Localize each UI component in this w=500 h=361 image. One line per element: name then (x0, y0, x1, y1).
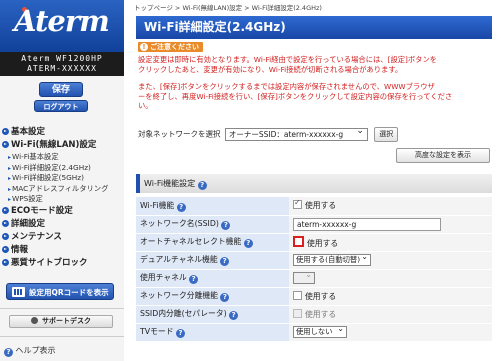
network-select-row: 対象ネットワークを選択 オーナーSSID：aterm-xxxxxx-g 選択 (138, 126, 399, 142)
help-icon[interactable]: ? (175, 329, 185, 338)
small-arrow-icon: ▸ (8, 175, 12, 182)
table-row: SSID内分離(セパレータ) ? 使用する (136, 305, 492, 324)
sidebar-subitem-wifi-detail-24[interactable]: ▸Wi-Fi詳細設定(2.4GHz) (0, 163, 124, 174)
help-icon[interactable]: ? (243, 239, 253, 248)
auto-channel-checkbox[interactable] (293, 235, 304, 247)
divider (0, 308, 124, 309)
network-select[interactable]: オーナーSSID：aterm-xxxxxx-g (224, 126, 368, 141)
notice-text-1: 設定変更は即時に有効となります。Wi-Fi経由で設定を行っている場合には、[設定… (138, 55, 438, 74)
row-label: ネットワーク分離機能 (140, 291, 218, 300)
sidebar-nav: 基本設定 Wi-Fi(無線LAN)設定 ▸Wi-Fi基本設定 ▸Wi-Fi詳細設… (0, 126, 124, 270)
qr-code-icon (12, 287, 25, 297)
main-content: トップページ > Wi-Fi(無線LAN)設定 > Wi-Fi詳細設定(2.4G… (126, 0, 500, 361)
table-row: ネットワーク分離機能 ? 使用する (136, 287, 492, 306)
breadcrumb: トップページ > Wi-Fi(無線LAN)設定 > Wi-Fi詳細設定(2.4G… (134, 4, 322, 12)
ssid-input[interactable]: aterm-xxxxxx-g (293, 217, 441, 231)
network-select-label: 対象ネットワークを選択 (138, 129, 221, 139)
table-row: デュアルチャネル機能 ? 使用する(自動切替) (136, 251, 492, 270)
sidebar: Aterm Aterm WF1200HP ATERM-XXXXXX 保存 ログア… (0, 0, 124, 361)
help-icon[interactable]: ? (189, 275, 199, 284)
sidebar-subitem-wps[interactable]: ▸WPS設定 (0, 194, 124, 205)
divider (0, 336, 124, 337)
row-label: SSID内分離(セパレータ) (140, 309, 227, 318)
help-icon: ? (4, 348, 13, 357)
arrow-bullet-icon (2, 232, 9, 240)
sidebar-item-eco-mode[interactable]: ECOモード設定 (0, 205, 124, 218)
table-row: 使用チャネル ? (136, 269, 492, 288)
arrow-bullet-icon (2, 219, 9, 227)
help-icon[interactable]: ? (197, 181, 207, 190)
arrow-bullet-icon (2, 245, 9, 253)
sidebar-subitem-wifi-basic[interactable]: ▸Wi-Fi基本設定 (0, 152, 124, 163)
row-label: TVモード (140, 327, 174, 336)
show-advanced-button[interactable]: 高度な設定を表示 (396, 148, 490, 163)
wifi-function-checkbox[interactable] (293, 198, 302, 210)
sidebar-subitem-mac-filter[interactable]: ▸MACアドレスフィルタリング (0, 184, 124, 195)
dual-channel-select[interactable]: 使用する(自動切替) (293, 252, 371, 266)
notice-text-2: また、[保存]ボタンをクリックするまでは設定内容が保存されませんので、WWWブラ… (138, 82, 453, 110)
sidebar-item-wifi-settings[interactable]: Wi-Fi(無線LAN)設定 (0, 139, 124, 152)
sidebar-item-basic-settings[interactable]: 基本設定 (0, 126, 124, 139)
small-arrow-icon: ▸ (8, 154, 12, 161)
help-icon[interactable]: ? (220, 257, 230, 266)
section-header: Wi-Fi機能設定 ? (136, 174, 492, 193)
arrow-bullet-icon (2, 141, 9, 148)
help-icon[interactable]: ? (220, 293, 230, 302)
row-label: 使用チャネル (140, 273, 187, 282)
row-label: Wi-Fi機能 (140, 200, 175, 210)
arrow-bullet-icon (2, 206, 9, 214)
help-icon[interactable]: ? (229, 311, 239, 320)
table-row: ネットワーク名(SSID) ? aterm-xxxxxx-g (136, 215, 492, 234)
notice-badge: ! ご注意ください (138, 42, 203, 52)
select-button[interactable]: 選択 (374, 127, 399, 142)
ssid-separation-checkbox[interactable] (293, 308, 302, 318)
tv-mode-select[interactable]: 使用しない (293, 324, 347, 338)
row-label: ネットワーク名(SSID) (140, 219, 219, 228)
support-icon (31, 317, 38, 324)
sidebar-item-info[interactable]: 情報 (0, 244, 124, 257)
network-separation-checkbox[interactable] (293, 290, 302, 300)
show-qr-code-button[interactable]: 設定用QRコードを表示 (6, 283, 114, 300)
aterm-logo: Aterm (0, 0, 124, 52)
support-desk-button[interactable]: サポートデスク (9, 315, 113, 328)
sidebar-item-advanced-settings[interactable]: 詳細設定 (0, 218, 124, 231)
small-arrow-icon: ▸ (8, 196, 12, 203)
warning-icon: ! (140, 43, 148, 51)
device-id: ATERM-XXXXXX (27, 64, 97, 73)
channel-select[interactable] (293, 270, 315, 284)
help-icon[interactable]: ? (176, 202, 186, 212)
sidebar-subitem-wifi-detail-5[interactable]: ▸Wi-Fi詳細設定(5GHz) (0, 173, 124, 184)
save-button[interactable]: 保存 (39, 82, 83, 97)
help-link[interactable]: ? ヘルプ表示 (4, 345, 56, 357)
row-label: デュアルチャネル機能 (140, 255, 218, 264)
logo-text: Aterm (14, 4, 110, 38)
model-name: Aterm WF1200HP (21, 54, 103, 63)
table-row: TVモード ? 使用しない (136, 323, 492, 342)
sidebar-item-maintenance[interactable]: メンテナンス (0, 231, 124, 244)
page-title: Wi-Fi詳細設定(2.4GHz) (136, 16, 492, 39)
arrow-bullet-icon (2, 128, 9, 135)
small-arrow-icon: ▸ (8, 164, 12, 172)
row-label: オートチャネルセレクト機能 (140, 237, 242, 246)
help-icon[interactable]: ? (221, 221, 231, 230)
model-info: Aterm WF1200HP ATERM-XXXXXX (0, 52, 124, 76)
table-row: オートチャネルセレクト機能 ? 使用する (136, 233, 492, 252)
table-row: Wi-Fi機能 ? 使用する (136, 197, 492, 216)
settings-table: Wi-Fi機能 ? 使用する ネットワーク名(SSID) ? aterm-xxx… (136, 197, 492, 342)
logout-button[interactable]: ログアウト (34, 100, 88, 112)
small-arrow-icon: ▸ (8, 185, 12, 193)
arrow-bullet-icon (2, 258, 9, 266)
sidebar-item-malicious-site-block[interactable]: 悪質サイトブロック (0, 257, 124, 270)
